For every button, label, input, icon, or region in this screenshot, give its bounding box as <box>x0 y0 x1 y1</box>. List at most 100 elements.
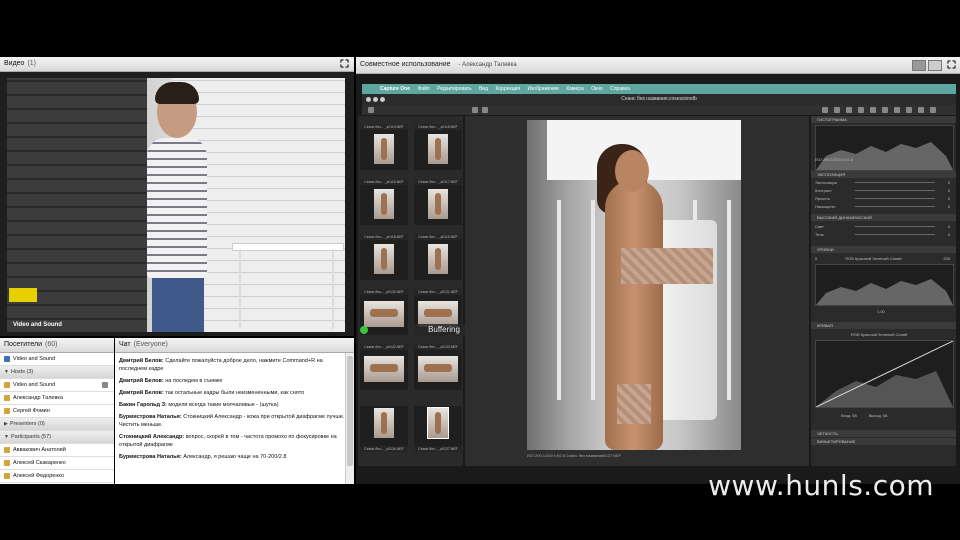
menu-adjust[interactable]: Коррекция <box>495 86 520 92</box>
expand-icon[interactable] <box>340 59 349 68</box>
slider-row[interactable]: Насыщенн. 0 <box>815 203 952 210</box>
studio-table <box>232 243 344 251</box>
mic-icon <box>102 382 108 388</box>
slider-row[interactable]: Экспозиция 0 <box>815 179 952 186</box>
thumbnail[interactable]: Сеанс без... _к0115.NEF <box>414 124 462 170</box>
group-presenters[interactable]: ▶ Presenters (0) <box>0 418 114 431</box>
chat-message: Дмитрий Белов: на последем в съемке <box>119 378 223 384</box>
histogram-shape <box>816 142 953 170</box>
video-label: Video and Sound <box>13 322 62 328</box>
video-stream[interactable]: Video and Sound <box>7 78 345 332</box>
list-item[interactable]: Аввакович Анатолий <box>0 444 114 457</box>
chat-message: Дмитрий Белов: Сделайте пожалуйста добро… <box>119 358 323 372</box>
thumbnail[interactable]: Сеанс без... _к0119.NEF <box>414 234 462 280</box>
main-photo[interactable] <box>527 120 741 450</box>
list-item[interactable]: Video and Sound <box>0 353 114 366</box>
chat-message: Бакин Гарольд З: модели всегда такие мол… <box>119 402 279 408</box>
curve-channels: RGB Красный Зеленый Синий <box>851 332 908 337</box>
hdr-header[interactable]: ВЫСОКИЙ ДИНАМИЧЕСКИЙ <box>811 214 956 221</box>
app-title-bar: Сеанс без названия.cosessiondb <box>362 94 956 105</box>
thumbnail[interactable]: Сеанс без... _к0114.NEF <box>360 124 408 170</box>
chat-scope: (Everyone) <box>133 341 168 348</box>
list-item[interactable]: Video and Sound <box>0 379 114 392</box>
menu-image[interactable]: Изображение <box>527 86 559 92</box>
list-item[interactable]: Алексей Федоренко <box>0 470 114 483</box>
chat-title: Чат <box>119 341 131 348</box>
caret-down-icon: ▼ <box>4 434 9 440</box>
caret-right-icon: ▶ <box>4 421 8 427</box>
menu-file[interactable]: Файл <box>417 86 429 92</box>
visitors-title: Посетители <box>4 341 42 348</box>
slider-row[interactable]: Свет 0 <box>815 223 952 230</box>
tool-icon[interactable] <box>870 107 876 113</box>
visitors-count: (60) <box>44 341 58 348</box>
minimize-dot[interactable] <box>373 97 378 102</box>
group-hosts[interactable]: ▼ Hosts (3) <box>0 366 114 379</box>
menu-view[interactable]: Вид <box>479 86 488 92</box>
tool-icon[interactable] <box>858 107 864 113</box>
user-icon <box>4 459 10 466</box>
thumbnail[interactable]: Сеанс без... _к0126.NEF <box>360 406 408 452</box>
vignetting-header[interactable]: ВИНЬЕТИРОВАНИЕ <box>811 438 956 445</box>
levels-header[interactable]: УРОВНИ <box>811 246 956 253</box>
chat-message: Стокницкий Александр: вопрос, скорей в т… <box>119 434 337 448</box>
mac-menubar: Capture One Файл Редактировать Вид Корре… <box>362 84 956 94</box>
slider-row[interactable]: Тень 0 <box>815 231 952 238</box>
sharpness-header[interactable]: ЧЕТКОСТЬ <box>811 430 956 437</box>
table-leg <box>239 249 241 329</box>
thumbnail[interactable]: Сеанс без... _к0116.NEF <box>360 179 408 225</box>
layout-button[interactable] <box>912 60 926 71</box>
exposure-header[interactable]: ЭКСПОЗИЦИЯ <box>811 171 956 178</box>
tool-icon[interactable] <box>894 107 900 113</box>
caret-down-icon: ▼ <box>4 369 9 375</box>
list-item[interactable]: Александр Талевка <box>0 392 114 405</box>
share-title: Совместное использование <box>360 61 451 68</box>
histogram-header[interactable]: ГИСТОГРАММА <box>811 116 956 123</box>
thumbnail[interactable]: Сеанс без... _к0122.NEF <box>360 344 408 390</box>
menu-window[interactable]: Окно <box>591 86 603 92</box>
menu-edit[interactable]: Редактировать <box>437 86 472 92</box>
expand-icon[interactable] <box>947 60 956 69</box>
watermark: www.hunls.com <box>708 469 934 502</box>
grid-icon[interactable] <box>368 107 374 113</box>
censor-block <box>621 248 713 284</box>
curve-io: Вход: 58 Выход: 58 <box>841 413 888 418</box>
group-participants[interactable]: ▼ Participants (57) <box>0 431 114 444</box>
view-icon[interactable] <box>472 107 478 113</box>
histogram-info: ISO 200 1/200 s f/2.8 <box>815 157 853 162</box>
list-item[interactable]: Алексей Скакаренко <box>0 457 114 470</box>
curve-header[interactable]: КРИВАЯ <box>811 322 956 329</box>
close-dot[interactable] <box>366 97 371 102</box>
layout-button[interactable] <box>928 60 942 71</box>
chat-scroll-thumb[interactable] <box>347 356 353 466</box>
app-title: Сеанс без названия.cosessiondb <box>621 96 697 102</box>
menu-help[interactable]: Справка <box>610 86 630 92</box>
presenter-hair <box>155 82 199 104</box>
tool-icon[interactable] <box>906 107 912 113</box>
visitors-header: Посетители (60) <box>0 338 114 353</box>
video-panel-header: Видео (1) <box>0 57 354 72</box>
tool-icon[interactable] <box>930 107 936 113</box>
tool-icon[interactable] <box>834 107 840 113</box>
thumbnail-selected[interactable]: Сеанс без... _к0127.NEF <box>414 406 462 452</box>
tool-icon[interactable] <box>846 107 852 113</box>
tool-icon[interactable] <box>882 107 888 113</box>
tool-icon[interactable] <box>918 107 924 113</box>
menu-camera[interactable]: Камера <box>566 86 583 92</box>
thumbnail[interactable]: Сеанс без... _к0117.NEF <box>414 179 462 225</box>
thumbnail[interactable]: Сеанс без... _к0123.NEF <box>414 344 462 390</box>
curve-graph[interactable] <box>815 340 954 408</box>
histogram-graph <box>815 125 954 171</box>
list-item[interactable]: Сергей Фомин <box>0 405 114 418</box>
view-icon[interactable] <box>482 107 488 113</box>
thumbnail[interactable]: Сеанс без... _к0118.NEF <box>360 234 408 280</box>
share-header: Совместное использование - Александр Тале… <box>356 57 960 74</box>
zoom-dot[interactable] <box>380 97 385 102</box>
user-icon <box>4 381 10 388</box>
chat-message: Бурмистрова Наталья: Стокницкий Александ… <box>119 414 345 428</box>
slider-row[interactable]: Контраст 0 <box>815 187 952 194</box>
slider-row[interactable]: Яркость 0 <box>815 195 952 202</box>
censor-block <box>617 384 651 424</box>
menu-app[interactable]: Capture One <box>380 86 410 92</box>
tool-icon[interactable] <box>822 107 828 113</box>
